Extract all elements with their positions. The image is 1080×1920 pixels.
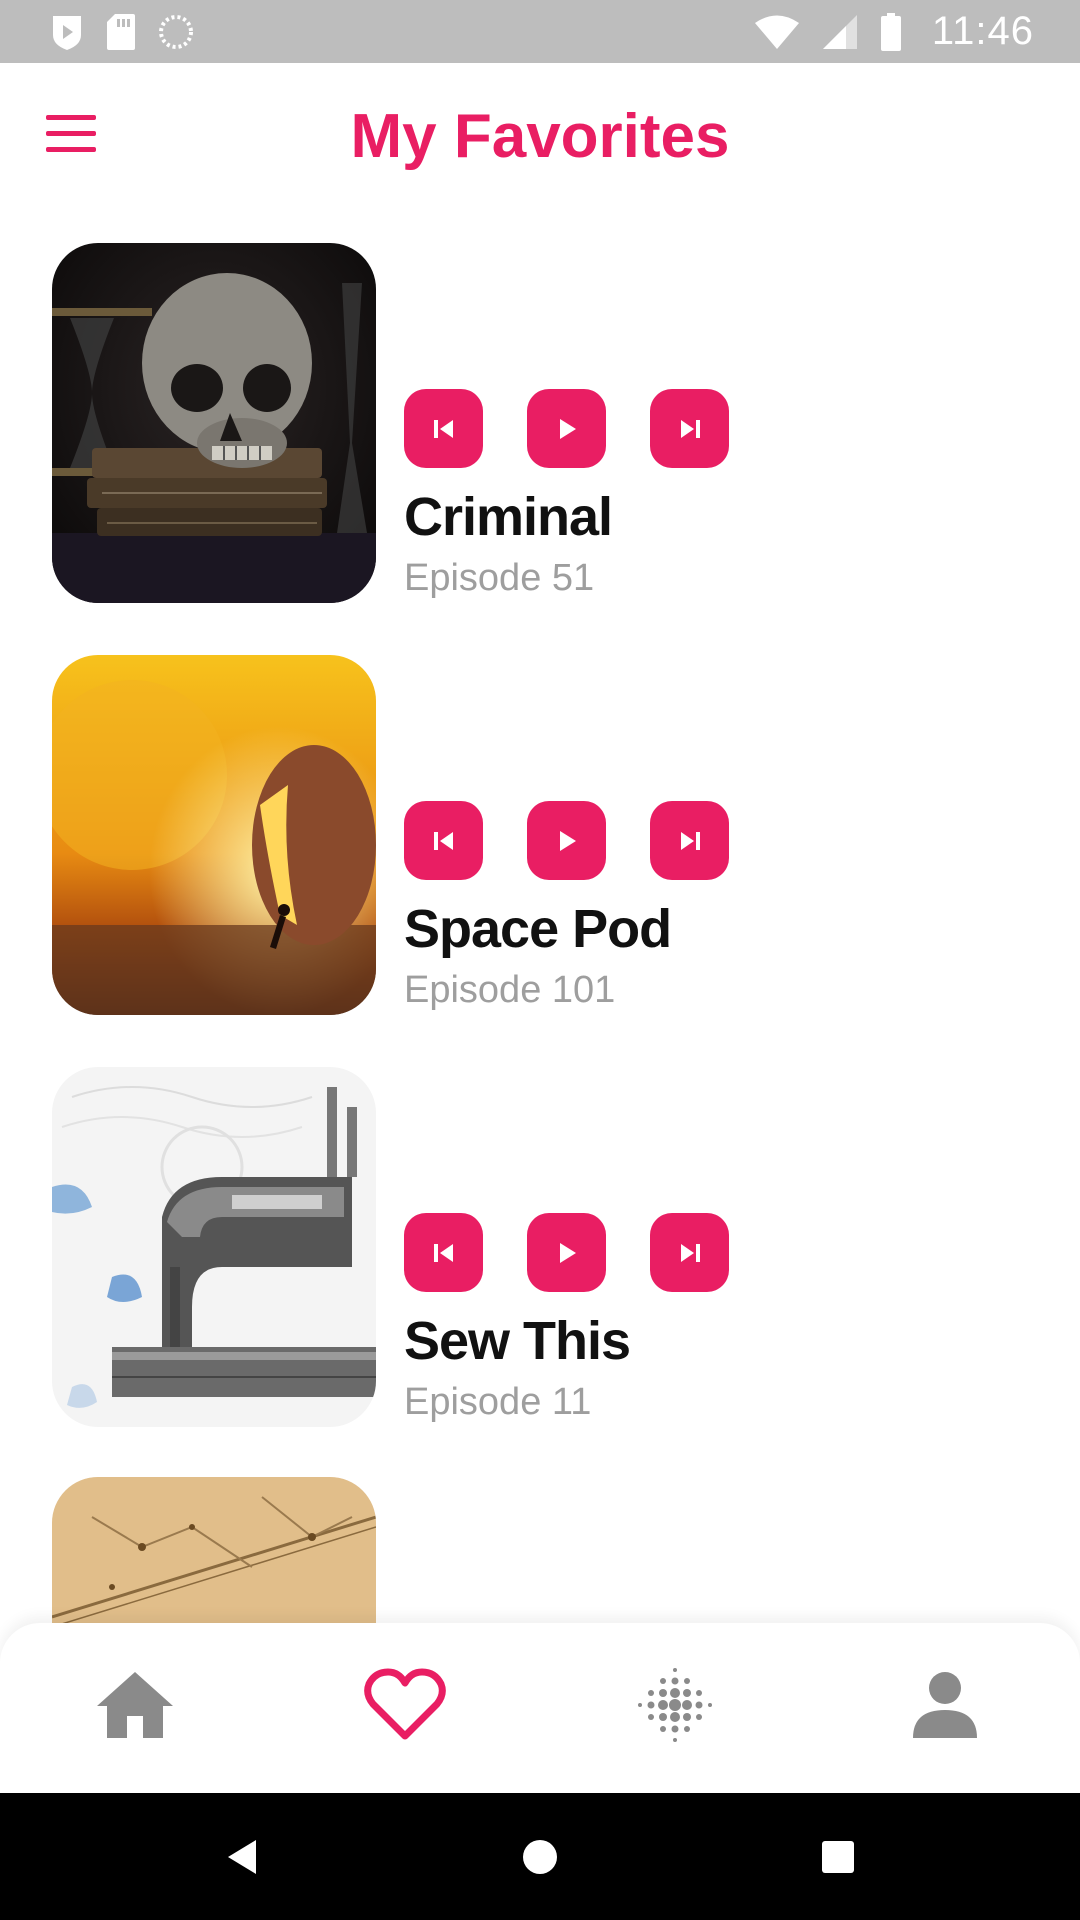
page-title: My Favorites: [350, 102, 730, 171]
playback-controls: [404, 801, 729, 880]
play-icon: [559, 830, 576, 851]
episode-label: Episode 51: [404, 557, 595, 599]
back-icon: [228, 1840, 256, 1874]
podcast-cover[interactable]: [52, 1067, 376, 1427]
favorite-item[interactable]: [52, 1477, 1052, 1623]
status-left: [50, 13, 194, 51]
play-button[interactable]: [527, 1213, 606, 1292]
status-time: 11:46: [931, 9, 1034, 53]
wifi-icon: [754, 15, 799, 49]
square-recents-icon: [822, 1841, 854, 1873]
loading-icon: [159, 14, 193, 49]
favorite-item[interactable]: Space Pod Episode 101: [52, 655, 1052, 1015]
signal-icon: [822, 14, 857, 49]
previous-button[interactable]: [404, 389, 483, 468]
battery-icon: [880, 12, 901, 51]
circle-home-icon: [523, 1840, 557, 1874]
previous-button[interactable]: [404, 1213, 483, 1292]
skip-previous-icon: [433, 419, 453, 438]
status-right: 11:46: [754, 9, 1034, 54]
play-button[interactable]: [527, 801, 606, 880]
episode-label: Episode 11: [404, 1381, 592, 1423]
skip-previous-icon: [433, 831, 453, 850]
podcast-cover[interactable]: [52, 655, 376, 1015]
podcast-cover[interactable]: [52, 1477, 376, 1623]
skull-artwork: [52, 243, 376, 603]
previous-button[interactable]: [404, 801, 483, 880]
nav-favorites[interactable]: [355, 1655, 455, 1755]
podcast-title: Sew This: [404, 1311, 631, 1371]
nav-discover[interactable]: [625, 1655, 725, 1755]
app-header: My Favorites: [0, 63, 1080, 213]
skip-next-icon: [680, 419, 700, 438]
podcast-title: Criminal: [404, 487, 613, 547]
system-navigation-bar: [0, 1793, 1080, 1920]
next-button[interactable]: [650, 1213, 729, 1292]
podcast-title: Space Pod: [404, 899, 672, 959]
skip-next-icon: [680, 1243, 700, 1262]
nav-profile[interactable]: [895, 1655, 995, 1755]
dotted-circle-icon: [638, 1668, 712, 1742]
recents-button[interactable]: [806, 1825, 870, 1889]
space-artwork: [52, 655, 376, 1015]
favorite-item[interactable]: Criminal Episode 51: [52, 243, 1052, 603]
back-button[interactable]: [210, 1825, 274, 1889]
podcast-cover[interactable]: [52, 243, 376, 603]
skip-next-icon: [680, 831, 700, 850]
star-map-artwork: [52, 1477, 376, 1623]
sewing-machine-artwork: [52, 1067, 376, 1427]
next-button[interactable]: [650, 801, 729, 880]
playback-controls: [404, 389, 729, 468]
favorite-item[interactable]: Sew This Episode 11: [52, 1067, 1052, 1427]
home-system-button[interactable]: [508, 1825, 572, 1889]
bottom-navigation: [0, 1623, 1080, 1793]
person-icon: [913, 1672, 977, 1738]
play-icon: [559, 418, 576, 439]
nav-home[interactable]: [85, 1655, 185, 1755]
sd-card-icon: [107, 13, 135, 50]
play-icon: [559, 1242, 576, 1263]
play-button[interactable]: [527, 389, 606, 468]
skip-previous-icon: [433, 1243, 453, 1262]
heart-icon: [364, 1668, 446, 1740]
episode-label: Episode 101: [404, 969, 616, 1011]
status-bar: 11:46: [0, 0, 1080, 63]
play-protect-icon: [53, 15, 81, 50]
next-button[interactable]: [650, 389, 729, 468]
playback-controls: [404, 1213, 729, 1292]
home-icon: [97, 1672, 173, 1738]
favorites-list: Criminal Episode 51 Space Pod Episode 10…: [0, 213, 1080, 1623]
